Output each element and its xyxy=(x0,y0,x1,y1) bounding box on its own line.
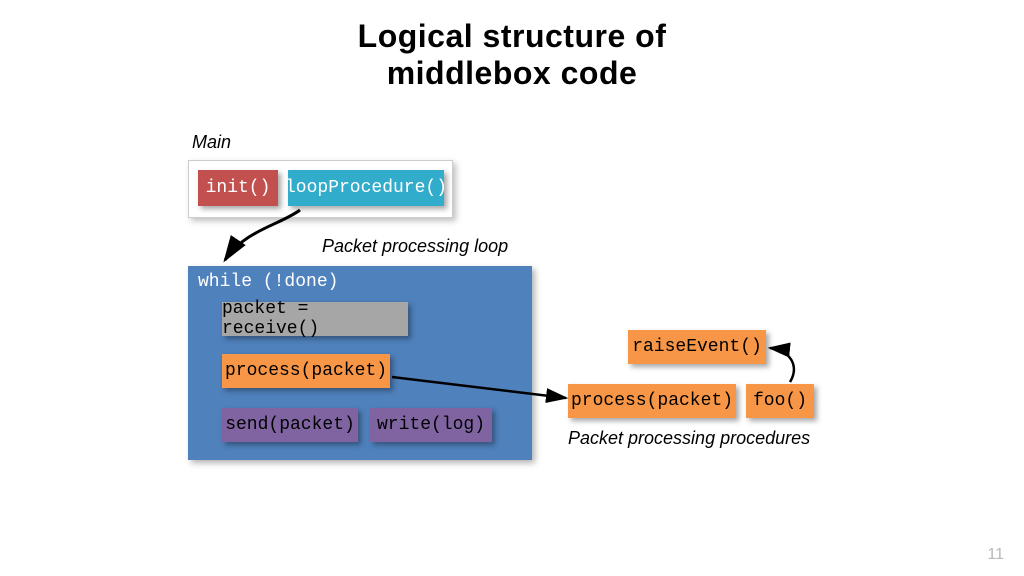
raise-event-box: raiseEvent() xyxy=(628,330,766,364)
while-text: while (!done) xyxy=(198,272,338,292)
main-label: Main xyxy=(192,132,231,153)
receive-box: packet = receive() xyxy=(222,302,408,336)
init-box: init() xyxy=(198,170,278,206)
page-number: 11 xyxy=(987,546,1004,564)
send-box: send(packet) xyxy=(222,408,358,442)
procedures-label: Packet processing procedures xyxy=(568,428,810,449)
loop-procedure-box: loopProcedure() xyxy=(288,170,444,206)
loop-label: Packet processing loop xyxy=(322,236,508,257)
slide-title: Logical structure ofmiddlebox code xyxy=(0,0,1024,92)
foo-box: foo() xyxy=(746,384,814,418)
write-log-box: write(log) xyxy=(370,408,492,442)
process-box-outer: process(packet) xyxy=(568,384,736,418)
process-box-inner: process(packet) xyxy=(222,354,390,388)
